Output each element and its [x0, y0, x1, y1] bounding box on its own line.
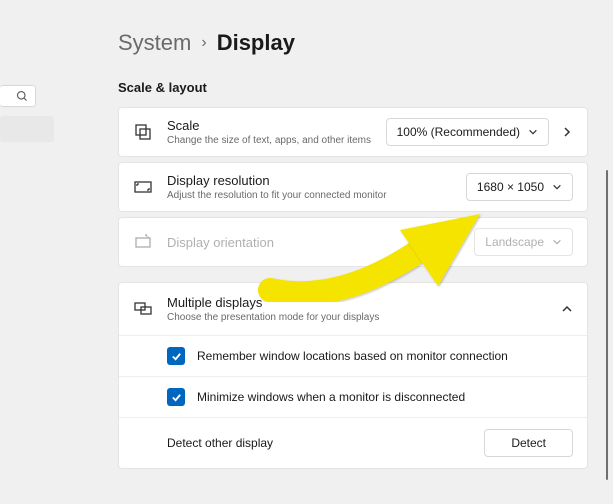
remember-checkbox[interactable]	[167, 347, 185, 365]
multiple-displays-header[interactable]: Multiple displays Choose the presentatio…	[119, 283, 587, 336]
minimize-row[interactable]: Minimize windows when a monitor is disco…	[119, 377, 587, 418]
resolution-title: Display resolution	[167, 173, 466, 188]
breadcrumb: System › Display	[118, 30, 588, 56]
resolution-desc: Adjust the resolution to fit your connec…	[167, 190, 466, 201]
chevron-up-icon[interactable]	[561, 303, 573, 315]
orientation-title: Display orientation	[167, 235, 474, 250]
resolution-value: 1680 × 1050	[477, 180, 544, 194]
remember-row[interactable]: Remember window locations based on monit…	[119, 336, 587, 377]
orientation-dropdown: Landscape	[474, 228, 573, 256]
chevron-down-icon	[528, 127, 538, 137]
resolution-icon	[133, 177, 153, 197]
multiple-displays-title: Multiple displays	[167, 295, 561, 310]
scale-value: 100% (Recommended)	[397, 125, 520, 139]
chevron-down-icon	[552, 182, 562, 192]
check-icon	[171, 351, 182, 362]
chevron-right-icon[interactable]	[561, 126, 573, 138]
detect-button[interactable]: Detect	[484, 429, 573, 457]
remember-label: Remember window locations based on monit…	[197, 349, 508, 363]
scale-title: Scale	[167, 118, 386, 133]
search-input[interactable]	[0, 85, 36, 107]
check-icon	[171, 392, 182, 403]
breadcrumb-current: Display	[217, 30, 295, 56]
resolution-row[interactable]: Display resolution Adjust the resolution…	[118, 162, 588, 212]
chevron-down-icon	[552, 237, 562, 247]
scale-icon	[133, 122, 153, 142]
scrollbar[interactable]	[606, 170, 608, 480]
resolution-dropdown[interactable]: 1680 × 1050	[466, 173, 573, 201]
breadcrumb-parent[interactable]: System	[118, 30, 191, 56]
chevron-right-icon: ›	[201, 34, 206, 52]
section-title: Scale & layout	[118, 80, 588, 95]
scale-dropdown[interactable]: 100% (Recommended)	[386, 118, 549, 146]
minimize-label: Minimize windows when a monitor is disco…	[197, 390, 465, 404]
multiple-displays-group: Multiple displays Choose the presentatio…	[118, 282, 588, 469]
main-content: System › Display Scale & layout Scale Ch…	[118, 30, 588, 474]
search-icon	[16, 90, 28, 102]
multiple-displays-icon	[133, 299, 153, 319]
minimize-checkbox[interactable]	[167, 388, 185, 406]
detect-row: Detect other display Detect	[119, 418, 587, 468]
multiple-displays-desc: Choose the presentation mode for your di…	[167, 312, 561, 323]
orientation-row: Display orientation Landscape	[118, 217, 588, 267]
detect-label: Detect other display	[167, 436, 273, 450]
scale-row[interactable]: Scale Change the size of text, apps, and…	[118, 107, 588, 157]
nav-item-placeholder[interactable]	[0, 116, 54, 142]
scale-desc: Change the size of text, apps, and other…	[167, 135, 386, 146]
orientation-value: Landscape	[485, 235, 544, 249]
orientation-icon	[133, 232, 153, 252]
